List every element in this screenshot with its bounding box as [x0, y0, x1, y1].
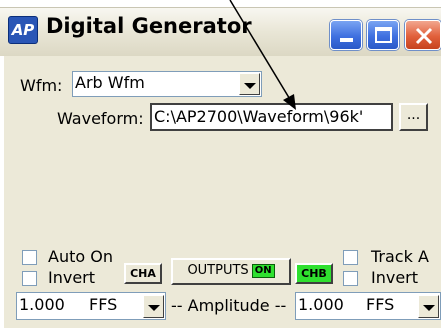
outputs-label: OUTPUTS	[187, 263, 249, 278]
amplitude-b-value: 1.000	[298, 295, 344, 314]
amplitude-b-dropdown-button[interactable]	[418, 295, 439, 318]
amplitude-a-dropdown-button[interactable]	[143, 295, 164, 318]
browse-button[interactable]: ...	[399, 103, 428, 131]
cha-badge[interactable]: CHA	[124, 263, 162, 284]
amplitude-b-unit: FFS	[366, 295, 395, 314]
generator-panel: Wfm: Arb Wfm Waveform: C:\AP2700\Wavefor…	[4, 56, 441, 328]
waveform-path-value: C:\AP2700\Waveform\96k'	[154, 107, 364, 126]
amplitude-a-value: 1.000	[19, 295, 65, 314]
amplitude-a-field[interactable]: 1.000 FFS	[16, 292, 166, 320]
amplitude-label: -- Amplitude --	[171, 296, 287, 315]
wfm-select[interactable]: Arb Wfm	[72, 71, 262, 97]
wfm-value: Arb Wfm	[75, 73, 145, 92]
invert-b-checkbox[interactable]	[343, 271, 358, 286]
auto-on-label: Auto On	[48, 247, 113, 266]
wfm-label: Wfm:	[20, 76, 63, 95]
invert-a-label: Invert	[48, 268, 96, 287]
window-title: Digital Generator	[46, 14, 252, 38]
app-icon: AP	[8, 16, 38, 44]
title-bar: AP Digital Generator	[0, 7, 441, 56]
amplitude-b-field[interactable]: 1.000 FFS	[295, 292, 441, 320]
close-icon	[415, 27, 433, 45]
chb-badge[interactable]: CHB	[295, 263, 333, 284]
outputs-button[interactable]: OUTPUTS ON	[171, 258, 291, 285]
chevron-down-icon	[148, 305, 160, 311]
waveform-path-field[interactable]: C:\AP2700\Waveform\96k'	[150, 103, 393, 131]
maximize-button[interactable]	[367, 20, 399, 50]
wfm-dropdown-button[interactable]	[239, 73, 260, 95]
close-button[interactable]	[405, 20, 441, 50]
chevron-down-icon	[244, 83, 256, 89]
invert-a-checkbox[interactable]	[22, 271, 37, 286]
minimize-icon	[340, 38, 353, 42]
invert-b-label: Invert	[371, 268, 419, 287]
track-a-checkbox[interactable]	[343, 250, 358, 265]
chevron-down-icon	[423, 305, 435, 311]
minimize-button[interactable]	[330, 20, 362, 50]
maximize-icon	[375, 27, 392, 43]
outputs-on-indicator: ON	[251, 264, 275, 278]
amplitude-a-unit: FFS	[89, 295, 118, 314]
track-a-label: Track A	[371, 247, 429, 266]
auto-on-checkbox[interactable]	[22, 250, 37, 265]
waveform-label: Waveform:	[57, 109, 144, 128]
